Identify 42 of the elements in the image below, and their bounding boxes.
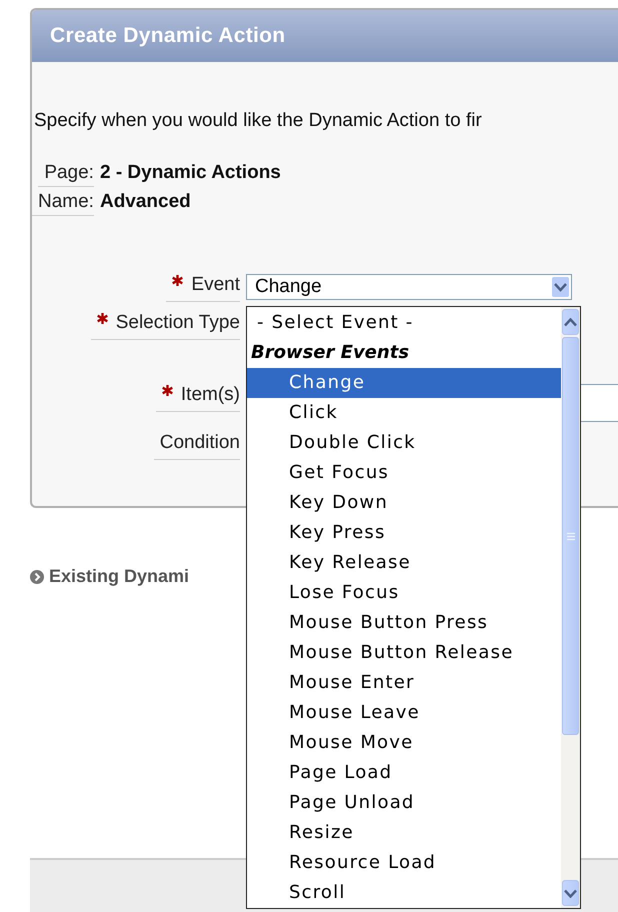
scroll-down-button[interactable] [562,880,579,906]
dropdown-option[interactable]: Key Press [247,518,561,548]
field-label: Item(s) [156,384,240,412]
field-label: Event [166,274,240,302]
scrollbar[interactable] [561,307,580,908]
dropdown-option[interactable]: Scroll [247,878,561,908]
required-icon [96,313,108,324]
dropdown-option[interactable]: Double Click [247,428,561,458]
required-icon [172,275,184,286]
scroll-up-button[interactable] [562,309,579,335]
dropdown-option[interactable]: Key Down [247,488,561,518]
dropdown-option[interactable]: Page Load [247,758,561,788]
dropdown-option[interactable]: Key Release [247,548,561,578]
dropdown-option[interactable]: Mouse Button Press [247,608,561,638]
required-icon [162,385,173,396]
dropdown-option[interactable]: Mouse Leave [247,698,561,728]
panel-title: Create Dynamic Action [50,24,286,48]
dropdown-option[interactable]: Resource Load [247,848,561,878]
section-link[interactable]: Existing Dynami [49,566,190,587]
detail-label: Name: [32,191,94,216]
dropdown-option[interactable]: Mouse Enter [247,668,561,698]
field-label: Condition [154,432,240,460]
field-label: Selection Type [90,312,240,340]
dropdown-option[interactable]: Lose Focus [247,578,561,608]
detail-label: Page: [38,162,94,187]
scrollbar-thumb[interactable] [562,337,579,735]
dropdown-option[interactable]: Get Focus [247,458,561,488]
description-text: Specify when you would like the Dynamic Action to fir [34,110,483,132]
event-select[interactable]: Change [246,274,572,300]
detail-value: Advanced [98,191,192,214]
dropdown-option[interactable]: Resize [247,818,561,848]
dropdown-option[interactable]: Mouse Move [247,728,561,758]
option-group-label: Browser Events [250,341,410,365]
chevron-up-icon [564,318,577,326]
dropdown-option[interactable]: - Select Event - [247,308,561,338]
dropdown-option[interactable]: Change [247,368,561,398]
dropdown-option[interactable]: Mouse Button Release [247,638,561,668]
dropdown-option[interactable]: Click [247,398,561,428]
detail-value: 2 - Dynamic Actions [98,162,281,185]
chevron-down-icon [564,888,577,898]
dropdown-option[interactable]: Page Unload [247,788,561,818]
arrow-circle-icon[interactable] [30,570,44,584]
